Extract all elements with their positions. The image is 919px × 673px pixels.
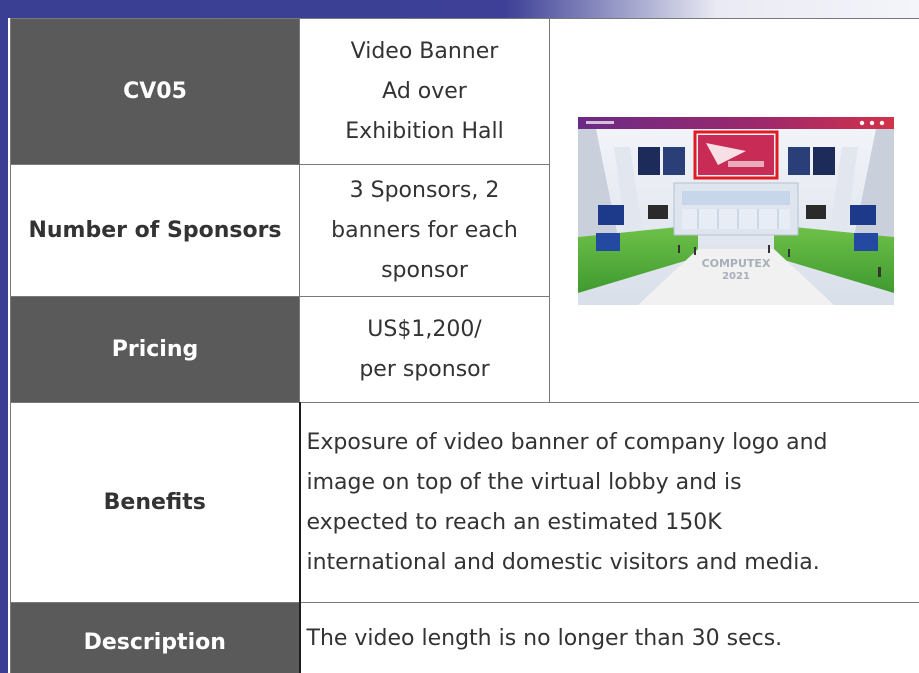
description-text: The video length is no longer than 30 se… [298,602,919,673]
left-accent-band [0,0,8,673]
benefits-label: Benefits [10,402,300,603]
document-page: CV05 Video Banner Ad over Exhibition Hal… [0,0,919,673]
sponsors-line: 3 Sponsors, 2 [349,177,500,203]
pricing-line: US$1,200/ [367,316,482,342]
package-code: CV05 [10,18,300,165]
benefits-line: expected to reach an estimated 150K [306,509,722,535]
title-line: Video Banner [350,38,499,64]
sponsors-label: Number of Sponsors [10,164,300,297]
title-line: Ad over [382,78,467,104]
pricing-value: US$1,200/ per sponsor [299,296,550,403]
lobby-screenshot: COMPUTEX 2021 [578,116,894,305]
sponsors-value: 3 Sponsors, 2 banners for each sponsor [299,164,550,297]
header-band [0,0,919,18]
svg-text:2021: 2021 [722,271,750,282]
benefits-text: Exposure of video banner of company logo… [298,402,919,603]
lobby-screenshot-cell: COMPUTEX 2021 [549,18,919,403]
code-row: CV05 Video Banner Ad over Exhibition Hal… [10,18,919,403]
sponsorship-table: CV05 Video Banner Ad over Exhibition Hal… [10,18,919,673]
sponsors-line: sponsor [381,257,468,283]
sponsors-line: banners for each [331,217,518,243]
title-line: Exhibition Hall [345,118,504,144]
benefits-line: Exposure of video banner of company logo… [306,429,828,455]
benefits-line: image on top of the virtual lobby and is [306,469,742,495]
description-row: Description The video length is no longe… [10,602,919,673]
package-title: Video Banner Ad over Exhibition Hall [299,18,550,165]
pricing-label: Pricing [10,296,300,403]
pricing-line: per sponsor [359,356,490,382]
svg-text:COMPUTEX: COMPUTEX [702,257,771,270]
description-label: Description [10,602,300,673]
benefits-row: Benefits Exposure of video banner of com… [10,402,919,603]
benefits-line: international and domestic visitors and … [306,549,820,575]
